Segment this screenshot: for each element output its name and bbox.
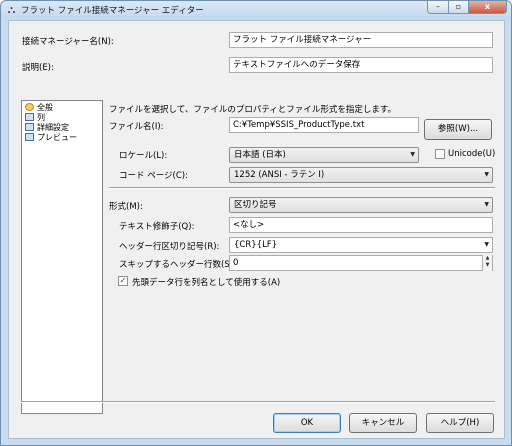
nav-item-preview[interactable]: プレビュー — [25, 133, 77, 143]
locale-label: ロケール(L): — [119, 151, 168, 161]
file-name-input[interactable]: C:¥Temp¥SSIS_ProductType.txt — [229, 117, 419, 133]
header-row-delimiter-label: ヘッダー行区切り記号(R): — [119, 242, 220, 252]
header-row-delimiter-value: {CR}{LF} — [234, 240, 278, 250]
column-names-label: 先頭データ行を列名として使用する(A) — [132, 278, 281, 288]
header-rows-skip-value: 0 — [233, 258, 239, 268]
footer-separator — [21, 401, 495, 403]
help-button[interactable]: ヘルプ(H) — [426, 413, 494, 433]
chevron-down-icon: ▼ — [484, 201, 489, 208]
minimize-button[interactable]: – — [427, 1, 449, 14]
advanced-icon — [25, 123, 34, 131]
chevron-down-icon: ▼ — [484, 171, 489, 178]
connection-manager-name-input[interactable]: フラット ファイル接続マネージャー — [229, 32, 493, 48]
code-page-label: コード ページ(C): — [119, 171, 188, 181]
locale-dropdown[interactable]: 日本語 (日本) ▼ — [229, 147, 419, 163]
preview-icon — [25, 133, 34, 141]
chevron-down-icon: ▼ — [484, 241, 489, 248]
checkmark-icon: ✓ — [119, 276, 127, 285]
window-title: フラット ファイル接続マネージャー エディター — [21, 6, 204, 16]
cancel-button[interactable]: キャンセル — [349, 413, 417, 433]
format-value: 区切り記号 — [234, 200, 277, 210]
text-qualifier-label: テキスト修飾子(Q): — [119, 222, 195, 232]
close-button[interactable]: x — [469, 1, 507, 14]
instruction-text: ファイルを選択して、ファイルのプロパティとファイル形式を指定します。 — [109, 105, 396, 115]
header-rows-skip-input[interactable]: 0 — [229, 255, 493, 271]
code-page-dropdown[interactable]: 1252 (ANSI - ラテン I) ▼ — [229, 167, 493, 183]
ok-button[interactable]: OK — [273, 413, 341, 433]
general-icon — [25, 103, 34, 111]
nav-item-label: 列 — [37, 113, 45, 122]
nav-item-label: プレビュー — [37, 133, 77, 142]
nav-item-label: 詳細設定 — [37, 123, 69, 132]
text-qualifier-input[interactable]: <なし> — [229, 217, 493, 233]
unicode-label: Unicode(U) — [448, 149, 496, 159]
header-row-delimiter-dropdown[interactable]: {CR}{LF} ▼ — [229, 237, 493, 253]
dialog-client-area: 接続マネージャー名(N): フラット ファイル接続マネージャー 説明(E): テ… — [8, 20, 505, 439]
connection-manager-icon: ⛬ — [7, 3, 16, 16]
maximize-button[interactable]: ▫ — [449, 1, 469, 14]
page-navigation-list: 全般 列 詳細設定 プレビュー — [21, 100, 103, 414]
browse-button[interactable]: 参照(W)... — [424, 119, 492, 140]
file-name-label: ファイル名(I): — [109, 122, 164, 132]
nav-item-advanced[interactable]: 詳細設定 — [25, 123, 69, 133]
spin-buttons[interactable]: ▲ ▼ — [482, 255, 492, 271]
column-names-checkbox[interactable]: ✓ — [118, 276, 128, 286]
caption-buttons: – ▫ x — [427, 1, 507, 15]
code-page-value: 1252 (ANSI - ラテン I) — [234, 170, 325, 180]
nav-item-label: 全般 — [37, 103, 53, 112]
unicode-checkbox[interactable] — [435, 149, 445, 159]
chevron-down-icon: ▼ — [410, 151, 415, 158]
description-input[interactable]: テキストファイルへのデータ保存 — [229, 57, 493, 73]
spin-down-icon[interactable]: ▼ — [483, 262, 492, 269]
dialog-window: ⛬ フラット ファイル接続マネージャー エディター – ▫ x 接続マネージャー… — [0, 0, 512, 446]
locale-value: 日本語 (日本) — [234, 150, 286, 160]
connection-manager-name-label: 接続マネージャー名(N): — [22, 37, 114, 47]
title-bar[interactable]: ⛬ フラット ファイル接続マネージャー エディター – ▫ x — [1, 1, 511, 19]
nav-item-columns[interactable]: 列 — [25, 113, 45, 123]
spin-up-icon[interactable]: ▲ — [483, 255, 492, 262]
header-rows-skip-label: スキップするヘッダー行数(S): — [119, 260, 236, 270]
columns-icon — [25, 113, 34, 121]
description-label: 説明(E): — [22, 63, 54, 73]
separator — [109, 187, 495, 189]
nav-item-general[interactable]: 全般 — [25, 103, 53, 113]
format-label: 形式(M): — [109, 202, 143, 212]
format-dropdown[interactable]: 区切り記号 ▼ — [229, 197, 493, 213]
